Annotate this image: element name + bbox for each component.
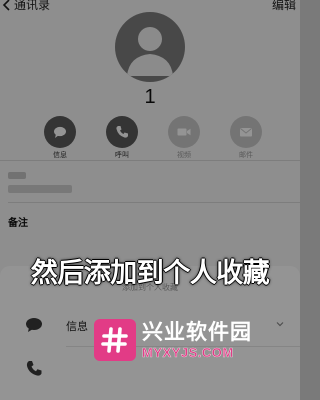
- chevron-left-icon: [2, 0, 10, 11]
- edit-button[interactable]: 编辑: [272, 0, 296, 13]
- contact-detail-page: 通讯录 编辑 1 信息 呼叫 视频 邮件 备注 添加到个人收藏 信息 然后添加到…: [0, 0, 300, 400]
- message-icon: [26, 318, 42, 332]
- phone-type-label: [8, 172, 26, 179]
- message-icon: [54, 126, 66, 138]
- phone-icon: [26, 361, 42, 376]
- watermark-logo: [94, 319, 136, 361]
- divider: [8, 202, 300, 203]
- call-action-label: 呼叫: [115, 152, 129, 159]
- phone-number-value: [8, 185, 72, 193]
- back-button[interactable]: 通讯录: [2, 0, 50, 13]
- tutorial-caption: 然后添加到个人收藏: [30, 258, 270, 288]
- back-label: 通讯录: [14, 0, 51, 12]
- mail-action-button[interactable]: 邮件: [224, 116, 268, 160]
- phone-icon: [116, 126, 128, 138]
- call-action-button[interactable]: 呼叫: [100, 116, 144, 160]
- divider: [0, 160, 300, 161]
- notes-label: 备注: [8, 218, 28, 229]
- video-icon: [177, 128, 191, 136]
- watermark-title: 兴业软件园: [142, 320, 252, 344]
- site-watermark: 兴业软件园 MYXYJS.COM: [94, 318, 294, 362]
- message-action-label: 信息: [53, 152, 67, 159]
- watermark-url: MYXYJS.COM: [142, 344, 234, 360]
- hash-logo-icon: [101, 327, 128, 353]
- avatar: [115, 12, 185, 82]
- mail-icon: [240, 128, 252, 137]
- contact-name: 1: [144, 86, 156, 108]
- person-silhouette-icon: [127, 27, 173, 76]
- action-bar: 信息 呼叫 视频 邮件: [38, 116, 268, 160]
- video-action-button[interactable]: 视频: [162, 116, 206, 160]
- sheet-row-title: 信息: [66, 321, 88, 333]
- message-action-button[interactable]: 信息: [38, 116, 82, 160]
- video-action-label: 视频: [177, 152, 191, 159]
- mail-action-label: 邮件: [239, 152, 253, 159]
- phone-number-row[interactable]: [8, 172, 72, 193]
